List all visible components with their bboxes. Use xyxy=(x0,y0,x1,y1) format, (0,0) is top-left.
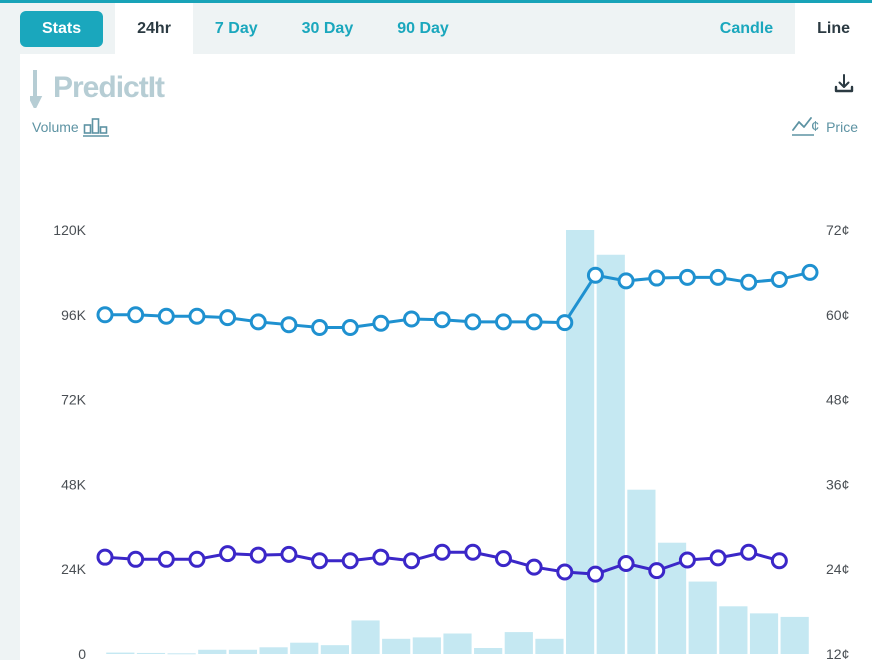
price-line[interactable] xyxy=(103,270,812,330)
volume-bar[interactable] xyxy=(106,652,135,654)
volume-bar[interactable] xyxy=(228,649,258,654)
y-axis-left: 0 24K 48K 72K 96K 120K xyxy=(53,222,86,660)
volume-bar[interactable] xyxy=(688,581,717,654)
data-point-marker[interactable] xyxy=(219,545,237,563)
y-tick-left: 0 xyxy=(78,646,86,660)
y-tick-right: 72¢ xyxy=(826,222,849,238)
data-point-marker[interactable] xyxy=(127,550,145,568)
price-lines[interactable] xyxy=(96,263,819,583)
y-tick-right: 36¢ xyxy=(826,476,849,492)
data-point-marker[interactable] xyxy=(801,263,819,281)
data-point-marker[interactable] xyxy=(249,546,267,564)
volume-bar[interactable] xyxy=(443,633,472,654)
data-point-marker[interactable] xyxy=(740,273,758,291)
volume-bar[interactable] xyxy=(351,620,380,654)
data-point-marker[interactable] xyxy=(556,314,574,332)
stats-button[interactable]: Stats xyxy=(20,11,104,47)
data-point-marker[interactable] xyxy=(96,306,114,324)
data-point-marker[interactable] xyxy=(372,548,390,566)
volume-bar[interactable] xyxy=(167,653,196,655)
data-point-marker[interactable] xyxy=(586,565,604,583)
data-point-marker[interactable] xyxy=(188,550,206,568)
data-point-marker[interactable] xyxy=(280,545,298,563)
data-point-marker[interactable] xyxy=(403,310,421,328)
data-point-marker[interactable] xyxy=(494,550,512,568)
data-point-marker[interactable] xyxy=(617,272,635,290)
data-point-marker[interactable] xyxy=(249,313,267,331)
y-tick-right: 48¢ xyxy=(826,392,849,408)
y-tick-left: 48K xyxy=(61,476,87,492)
volume-bar[interactable] xyxy=(780,616,809,654)
volume-bar[interactable] xyxy=(290,642,319,654)
data-point-marker[interactable] xyxy=(372,314,390,332)
y-tick-right: 60¢ xyxy=(826,307,849,323)
data-point-marker[interactable] xyxy=(678,551,696,569)
data-point-marker[interactable] xyxy=(341,552,359,570)
tab-24hr[interactable]: 24hr xyxy=(115,3,193,54)
data-point-marker[interactable] xyxy=(433,311,451,329)
volume-bar[interactable] xyxy=(198,649,227,654)
data-point-marker[interactable] xyxy=(586,266,604,284)
data-point-marker[interactable] xyxy=(648,562,666,580)
data-point-marker[interactable] xyxy=(678,268,696,286)
data-point-marker[interactable] xyxy=(219,309,237,327)
data-point-marker[interactable] xyxy=(341,319,359,337)
data-point-marker[interactable] xyxy=(709,268,727,286)
data-point-marker[interactable] xyxy=(464,313,482,331)
data-point-marker[interactable] xyxy=(127,306,145,324)
volume-bar[interactable] xyxy=(535,638,564,654)
volume-bar[interactable] xyxy=(749,613,779,654)
data-point-marker[interactable] xyxy=(525,313,543,331)
y-tick-left: 96K xyxy=(61,307,87,323)
tab-line[interactable]: Line xyxy=(795,3,872,54)
data-point-marker[interactable] xyxy=(709,549,727,567)
data-point-marker[interactable] xyxy=(96,548,114,566)
volume-bars[interactable] xyxy=(106,230,809,655)
volume-bar[interactable] xyxy=(136,652,166,654)
volume-bar[interactable] xyxy=(596,254,625,654)
y-tick-right: 24¢ xyxy=(826,561,849,577)
y-tick-left: 120K xyxy=(53,222,86,238)
toolbar-gap xyxy=(103,3,115,54)
data-point-marker[interactable] xyxy=(403,552,421,570)
volume-bar[interactable] xyxy=(259,647,288,654)
data-point-marker[interactable] xyxy=(617,555,635,573)
data-point-marker[interactable] xyxy=(648,269,666,287)
data-point-marker[interactable] xyxy=(556,563,574,581)
tab-30-day[interactable]: 30 Day xyxy=(280,3,376,54)
data-point-marker[interactable] xyxy=(433,543,451,561)
volume-bar[interactable] xyxy=(474,647,503,654)
data-point-marker[interactable] xyxy=(770,270,788,288)
y-tick-left: 24K xyxy=(61,561,87,577)
volume-bar[interactable] xyxy=(719,606,748,654)
chart-panel: PredictIt Volume ¢ Price 0 24K 48K 72K 9… xyxy=(20,54,872,660)
volume-bar[interactable] xyxy=(504,632,533,654)
volume-bar[interactable] xyxy=(320,645,349,654)
data-point-marker[interactable] xyxy=(157,550,175,568)
tab-90-day[interactable]: 90 Day xyxy=(375,3,471,54)
y-tick-right: 12¢ xyxy=(826,646,849,660)
data-point-marker[interactable] xyxy=(188,307,206,325)
left-rail xyxy=(0,54,20,660)
tab-candle[interactable]: Candle xyxy=(698,3,795,54)
volume-bar[interactable] xyxy=(566,230,595,654)
data-point-marker[interactable] xyxy=(311,319,329,337)
data-point-marker[interactable] xyxy=(311,552,329,570)
volume-bar[interactable] xyxy=(382,638,411,654)
data-point-marker[interactable] xyxy=(280,316,298,334)
y-axis-right: 12¢ 24¢ 36¢ 48¢ 60¢ 72¢ xyxy=(826,222,849,660)
stats-chart-app: Stats 24hr 7 Day 30 Day 90 Day Candle Li… xyxy=(0,0,872,660)
chart-plot-area[interactable]: 024K48K72K96K120K 12¢24¢36¢48¢60¢72¢ -24… xyxy=(20,54,872,660)
data-point-marker[interactable] xyxy=(464,543,482,561)
volume-bar[interactable] xyxy=(412,637,441,654)
tab-7-day[interactable]: 7 Day xyxy=(193,3,280,54)
chart-toolbar: Stats 24hr 7 Day 30 Day 90 Day Candle Li… xyxy=(0,0,872,54)
data-point-marker[interactable] xyxy=(740,543,758,561)
data-point-marker[interactable] xyxy=(494,313,512,331)
data-point-marker[interactable] xyxy=(525,558,543,576)
data-point-marker[interactable] xyxy=(770,552,788,570)
y-tick-left: 72K xyxy=(61,392,87,408)
data-point-marker[interactable] xyxy=(157,307,175,325)
